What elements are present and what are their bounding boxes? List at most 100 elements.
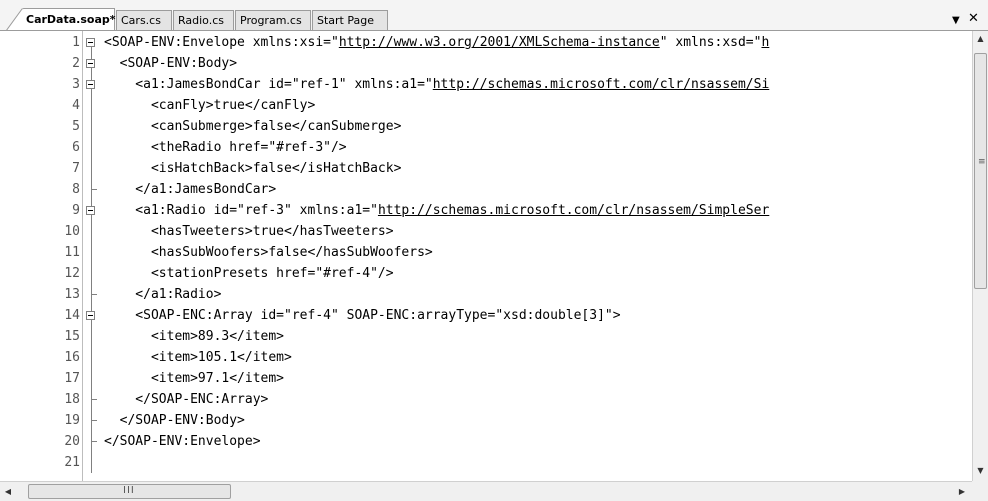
scroll-left-icon[interactable]: ◀ (0, 482, 16, 501)
code-text: <a1:Radio id="ref-3" xmlns:a1="http://sc… (104, 200, 769, 221)
code-line[interactable]: 14 <SOAP-ENC:Array id="ref-4" SOAP-ENC:a… (0, 305, 972, 326)
collapse-icon[interactable] (86, 80, 95, 89)
code-line[interactable]: 12 <stationPresets href="#ref-4"/> (0, 263, 972, 284)
code-text: <canSubmerge>false</canSubmerge> (104, 116, 401, 137)
tab-cardata-soap[interactable]: CarData.soap* (22, 8, 116, 31)
line-number: 8 (72, 182, 80, 197)
tab-start-page[interactable]: Start Page (312, 10, 388, 30)
code-text: <hasSubWoofers>false</hasSubWoofers> (104, 242, 433, 263)
outline-end-tick (91, 189, 97, 190)
code-text: <a1:JamesBondCar id="ref-1" xmlns:a1="ht… (104, 74, 769, 95)
tab-radio-cs[interactable]: Radio.cs (173, 10, 234, 30)
code-segment: </a1:JamesBondCar> (104, 182, 277, 197)
code-segment: </a1:Radio> (104, 287, 222, 302)
code-segment: </SOAP-ENC:Array> (104, 392, 269, 407)
code-line[interactable]: 19 </SOAP-ENV:Body> (0, 410, 972, 431)
code-line[interactable]: 20 </SOAP-ENV:Envelope> (0, 431, 972, 452)
code-line[interactable]: 6 <theRadio href="#ref-3"/> (0, 137, 972, 158)
collapse-icon[interactable] (86, 311, 95, 320)
namespace-url: http://www.w3.org/2001/XMLSchema-instanc… (338, 35, 660, 50)
code-segment: <canFly>true</canFly> (104, 98, 316, 113)
scroll-up-icon[interactable]: ▲ (973, 31, 988, 47)
tab-label: Radio.cs (178, 14, 224, 27)
code-segment: <a1:JamesBondCar id="ref-1" xmlns:a1=" (104, 77, 433, 92)
tab-program-cs[interactable]: Program.cs (235, 10, 311, 30)
line-number: 16 (64, 350, 80, 365)
code-text: </SOAP-ENV:Body> (104, 410, 245, 431)
code-editor[interactable]: 1 <SOAP-ENV:Envelope xmlns:xsi="http://ww… (0, 31, 972, 481)
line-number: 21 (64, 455, 80, 470)
tab-label: Start Page (317, 14, 374, 27)
code-segment: <SOAP-ENV:Envelope xmlns:xsi=" (104, 35, 339, 50)
scrollbar-corner (972, 481, 988, 501)
horizontal-scroll-thumb[interactable]: III (28, 484, 231, 499)
code-line[interactable]: 3 <a1:JamesBondCar id="ref-1" xmlns:a1="… (0, 74, 972, 95)
code-line[interactable]: 9 <a1:Radio id="ref-3" xmlns:a1="http://… (0, 200, 972, 221)
line-number: 3 (72, 77, 80, 92)
line-number: 14 (64, 308, 80, 323)
line-number: 7 (72, 161, 80, 176)
code-line[interactable]: 15 <item>89.3</item> (0, 326, 972, 347)
code-text: <item>89.3</item> (104, 326, 284, 347)
code-segment: <item>105.1</item> (104, 350, 292, 365)
code-text: <SOAP-ENV:Body> (104, 53, 237, 74)
line-number: 18 (64, 392, 80, 407)
vertical-scroll-thumb[interactable]: ≡ (974, 53, 987, 289)
code-line[interactable]: 2 <SOAP-ENV:Body> (0, 53, 972, 74)
vertical-scrollbar[interactable]: ▲ ≡ ▼ (972, 31, 988, 481)
tab-cars-cs[interactable]: Cars.cs (116, 10, 172, 30)
line-number: 12 (64, 266, 80, 281)
scroll-down-icon[interactable]: ▼ (973, 463, 988, 479)
chevron-down-icon[interactable]: ▼ (952, 14, 960, 28)
line-number: 17 (64, 371, 80, 386)
code-text: <theRadio href="#ref-3"/> (104, 137, 347, 158)
code-text: </SOAP-ENV:Envelope> (104, 431, 261, 452)
code-segment: <hasTweeters>true</hasTweeters> (104, 224, 394, 239)
code-line[interactable]: 10 <hasTweeters>true</hasTweeters> (0, 221, 972, 242)
close-icon[interactable]: ✕ (968, 12, 979, 26)
namespace-url: http://schemas.microsoft.com/clr/nsassem… (432, 77, 770, 92)
line-number: 19 (64, 413, 80, 428)
line-number: 9 (72, 203, 80, 218)
code-line[interactable]: 17 <item>97.1</item> (0, 368, 972, 389)
code-segment: </SOAP-ENV:Envelope> (104, 434, 261, 449)
code-line[interactable]: 5 <canSubmerge>false</canSubmerge> (0, 116, 972, 137)
code-segment: <hasSubWoofers>false</hasSubWoofers> (104, 245, 433, 260)
line-number: 20 (64, 434, 80, 449)
code-line[interactable]: 4 <canFly>true</canFly> (0, 95, 972, 116)
code-segment: <isHatchBack>false</isHatchBack> (104, 161, 402, 176)
horizontal-scrollbar[interactable]: ◀ III ▶ (0, 481, 972, 501)
code-text: <hasTweeters>true</hasTweeters> (104, 221, 394, 242)
line-number: 2 (72, 56, 80, 71)
line-number: 1 (72, 35, 80, 50)
code-text: <isHatchBack>false</isHatchBack> (104, 158, 401, 179)
code-line[interactable]: 16 <item>105.1</item> (0, 347, 972, 368)
outline-end-tick (91, 294, 97, 295)
collapse-icon[interactable] (86, 59, 95, 68)
outline-end-tick (91, 441, 97, 442)
code-line[interactable]: 7 <isHatchBack>false</isHatchBack> (0, 158, 972, 179)
line-number: 6 (72, 140, 80, 155)
collapse-icon[interactable] (86, 38, 95, 47)
code-text: </a1:Radio> (104, 284, 221, 305)
line-number: 10 (64, 224, 80, 239)
collapse-icon[interactable] (86, 206, 95, 215)
code-segment: <a1:Radio id="ref-3" xmlns:a1=" (104, 203, 378, 218)
namespace-url: http://schemas.microsoft.com/clr/nsassem… (377, 203, 770, 218)
code-segment: <item>89.3</item> (104, 329, 285, 344)
code-line[interactable]: 18 </SOAP-ENC:Array> (0, 389, 972, 410)
grip-icon: ≡ (978, 157, 986, 167)
tab-label: Cars.cs (121, 14, 161, 27)
code-text: </a1:JamesBondCar> (104, 179, 276, 200)
line-number: 13 (64, 287, 80, 302)
code-line[interactable]: 13 </a1:Radio> (0, 284, 972, 305)
code-line[interactable]: 8 </a1:JamesBondCar> (0, 179, 972, 200)
code-line[interactable]: 1 <SOAP-ENV:Envelope xmlns:xsi="http://ww… (0, 32, 972, 53)
code-text: <stationPresets href="#ref-4"/> (104, 263, 394, 284)
line-number: 11 (64, 245, 80, 260)
code-line[interactable]: 21 (0, 452, 972, 473)
code-segment: <SOAP-ENC:Array id="ref-4" SOAP-ENC:arra… (104, 308, 621, 323)
code-line[interactable]: 11 <hasSubWoofers>false</hasSubWoofers> (0, 242, 972, 263)
scroll-right-icon[interactable]: ▶ (954, 482, 970, 501)
code-text: <SOAP-ENC:Array id="ref-4" SOAP-ENC:arra… (104, 305, 621, 326)
